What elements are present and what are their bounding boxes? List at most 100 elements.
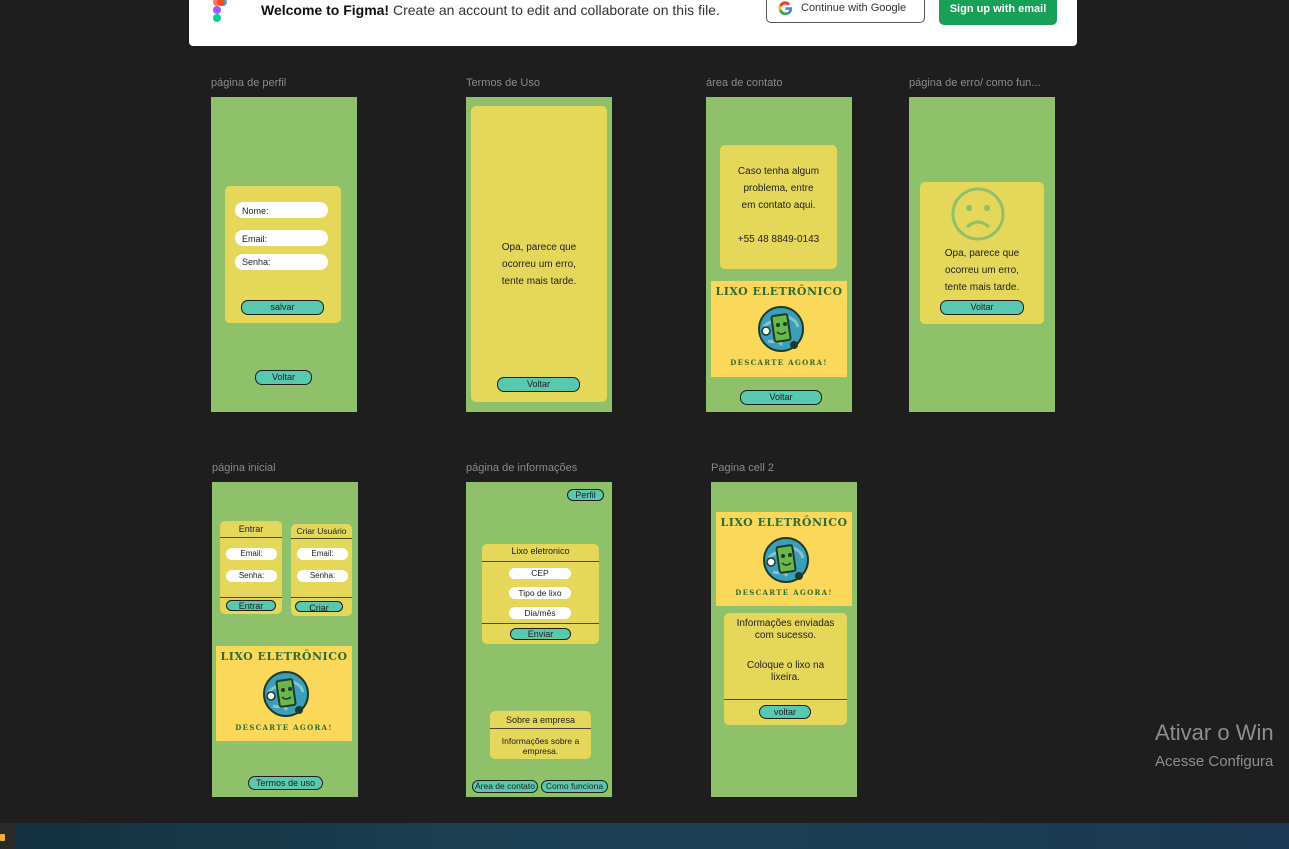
success-message: Informações enviadas com sucesso. — [724, 618, 847, 642]
create-user-form: Criar Usuário Email: Senha: Criar — [291, 524, 352, 616]
save-button[interactable]: salvar — [241, 300, 324, 315]
back-button[interactable]: Voltar — [255, 370, 312, 385]
login-email-field[interactable]: Email: — [226, 548, 277, 560]
profile-button[interactable]: Perfil — [567, 489, 604, 501]
frame-label-contato[interactable]: área de contato — [706, 77, 782, 89]
lixo-eletronico-poster: LIXO ELETRÔNICO DESCARTE AGORA! — [216, 646, 352, 741]
date-field[interactable]: Dia/mês — [509, 607, 571, 619]
back-button[interactable]: Voltar — [740, 390, 822, 405]
login-password-field[interactable]: Senha: — [226, 570, 277, 582]
frame-erro[interactable]: Opa, parece que ocorreu um erro, tente m… — [909, 97, 1055, 412]
how-it-works-button[interactable]: Como funciona — [541, 780, 608, 793]
about-text: Informações sobre a empresa. — [490, 736, 591, 756]
profile-form: Nome: Email: Senha: salvar — [225, 186, 341, 323]
continue-with-google-button[interactable]: Continue with Google — [766, 0, 925, 23]
error-message: Opa, parece que ocorreu um erro, tente m… — [920, 245, 1044, 296]
send-button[interactable]: Enviar — [510, 628, 571, 640]
frame-label-inicial[interactable]: página inicial — [212, 462, 276, 474]
frame-label-cell2[interactable]: Pagina cell 2 — [711, 462, 774, 474]
divider — [724, 699, 847, 700]
contact-message: Caso tenha algum problema, entre em cont… — [720, 163, 837, 214]
error-message: Opa, parece que ocorreu um erro, tente m… — [471, 239, 607, 290]
about-line: Informações sobre a — [501, 736, 580, 746]
name-field[interactable]: Nome: — [235, 202, 328, 218]
cep-field[interactable]: CEP — [509, 568, 571, 579]
sad-face-icon — [951, 187, 1005, 241]
taskbar — [0, 823, 1289, 849]
divider — [482, 623, 599, 624]
banner-message: Welcome to Figma! Create an account to e… — [261, 2, 720, 18]
waste-type-field[interactable]: Tipo de lixo — [509, 587, 571, 599]
create-button[interactable]: Criar — [295, 601, 343, 613]
frame-label-perfil[interactable]: página de perfil — [211, 77, 286, 89]
divider — [291, 538, 352, 539]
poster-title: LIXO ELETRÔNICO — [715, 285, 843, 298]
poster-subtitle: DESCARTE AGORA! — [735, 588, 833, 597]
about-line: empresa. — [522, 746, 559, 756]
create-email-field[interactable]: Email: — [297, 548, 348, 560]
poster-subtitle: DESCARTE AGORA! — [730, 358, 828, 367]
frame-cell2[interactable]: LIXO ELETRÔNICO DESCARTE AGORA! Informaç… — [711, 482, 857, 797]
email-button-label: Sign up with email — [949, 3, 1047, 15]
login-form: Entrar Email: Senha: Entrar — [220, 521, 282, 614]
about-company-panel: Sobre a empresa Informações sobre a empr… — [490, 711, 591, 759]
frame-informacoes[interactable]: Perfil Lixo eletronico CEP Tipo de lixo … — [466, 482, 612, 797]
create-user-title: Criar Usuário — [296, 526, 347, 536]
error-line: tente mais tarde. — [501, 276, 577, 287]
frame-perfil[interactable]: Nome: Email: Senha: salvar Voltar — [211, 97, 357, 412]
figma-logo-icon — [213, 0, 227, 22]
instruction-line: lixeira. — [771, 672, 800, 683]
error-line: ocorreu um erro, — [502, 259, 576, 270]
sign-up-email-button[interactable]: Sign up with email — [939, 0, 1057, 25]
email-field[interactable]: Email: — [235, 230, 328, 246]
divider — [220, 537, 282, 538]
frame-inicial[interactable]: Entrar Email: Senha: Entrar Criar Usuári… — [212, 482, 358, 797]
recycling-mascot-icon — [263, 671, 309, 717]
password-field[interactable]: Senha: — [235, 254, 328, 270]
divider — [490, 728, 591, 729]
instruction-message: Coloque o lixo na lixeira. — [724, 660, 847, 684]
success-line: Informações enviadas — [736, 618, 835, 629]
terms-of-use-button[interactable]: Termos de uso — [248, 776, 323, 790]
activation-watermark-subtitle: Acesse Configura — [1155, 753, 1274, 770]
lixo-eletronico-poster: LIXO ELETRÔNICO DESCARTE AGORA! — [711, 281, 847, 377]
poster-subtitle: DESCARTE AGORA! — [235, 723, 333, 732]
error-line: ocorreu um erro, — [945, 265, 1019, 276]
banner-text: Create an account to edit and collaborat… — [392, 2, 720, 18]
waste-form: Lixo eletronico CEP Tipo de lixo Dia/mês… — [482, 544, 599, 644]
figma-signup-banner: Welcome to Figma! Create an account to e… — [189, 0, 1077, 46]
error-panel: Opa, parece que ocorreu um erro, tente m… — [920, 182, 1044, 324]
back-button[interactable]: Voltar — [497, 377, 580, 392]
waste-form-title: Lixo eletronico — [511, 546, 570, 556]
banner-title: Welcome to Figma! — [261, 2, 390, 18]
folder-icon — [0, 834, 5, 841]
divider — [220, 597, 282, 598]
contact-line: Caso tenha algum — [737, 166, 820, 177]
google-icon — [778, 1, 793, 16]
back-button[interactable]: voltar — [759, 705, 811, 719]
back-button[interactable]: Voltar — [940, 300, 1024, 315]
taskbar-app-icon[interactable] — [0, 823, 16, 849]
frame-label-erro[interactable]: página de erro/ como fun... — [909, 77, 1040, 89]
frame-label-termos[interactable]: Termos de Uso — [466, 77, 540, 89]
create-password-field[interactable]: Senha: — [297, 570, 348, 582]
login-button[interactable]: Entrar — [226, 600, 276, 611]
frame-contato[interactable]: Caso tenha algum problema, entre em cont… — [706, 97, 852, 412]
frame-termos[interactable]: Opa, parece que ocorreu um erro, tente m… — [466, 97, 612, 412]
recycling-mascot-icon — [758, 306, 804, 352]
google-button-label: Continue with Google — [801, 2, 907, 14]
contact-area-button[interactable]: Área de contato — [472, 780, 538, 793]
success-panel: Informações enviadas com sucesso. Coloqu… — [724, 613, 847, 725]
recycling-mascot-icon — [763, 537, 809, 583]
divider — [482, 561, 599, 562]
terms-panel: Opa, parece que ocorreu um erro, tente m… — [471, 106, 607, 402]
frame-label-informacoes[interactable]: página de informações — [466, 462, 577, 474]
contact-panel: Caso tenha algum problema, entre em cont… — [720, 145, 837, 269]
contact-line: em contato aqui. — [741, 200, 816, 211]
error-line: Opa, parece que — [944, 248, 1020, 259]
about-title: Sobre a empresa — [505, 715, 576, 725]
contact-phone: +55 48 8849-0143 — [737, 234, 820, 245]
error-line: tente mais tarde. — [944, 282, 1020, 293]
activation-watermark-title: Ativar o Win — [1155, 720, 1274, 745]
lixo-eletronico-poster: LIXO ELETRÔNICO DESCARTE AGORA! — [716, 512, 852, 606]
